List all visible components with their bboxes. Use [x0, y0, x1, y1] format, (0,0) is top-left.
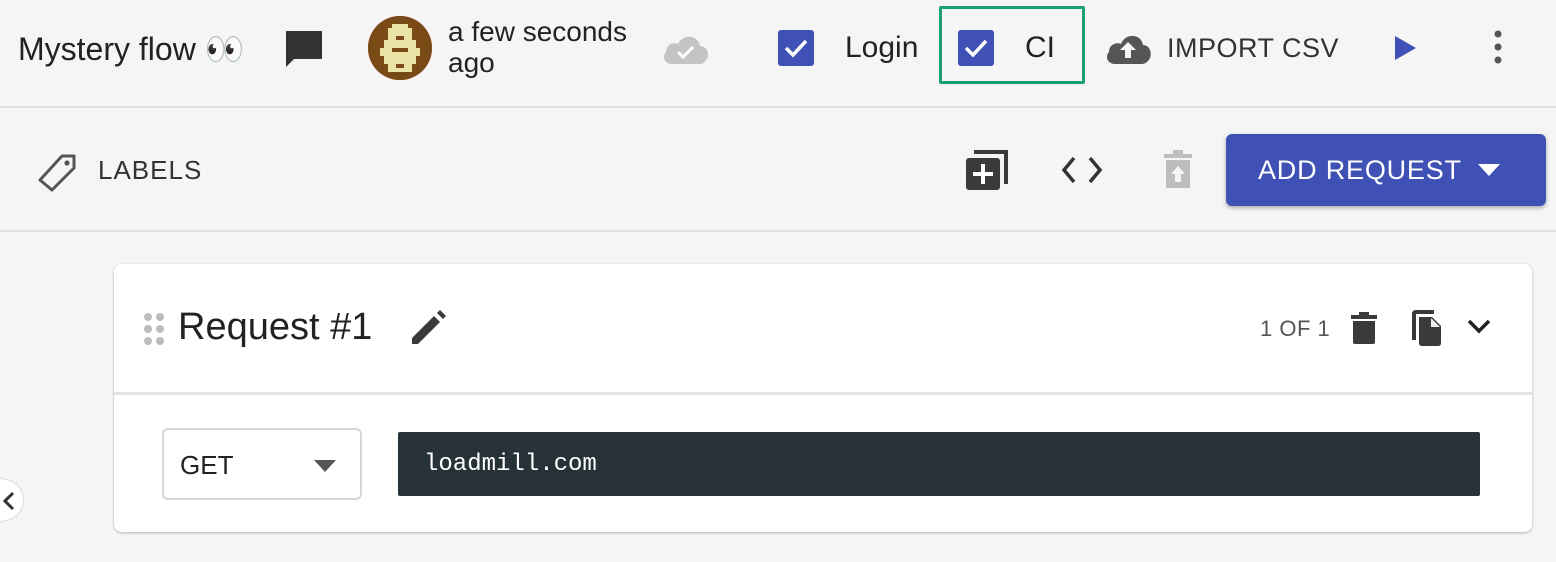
comment-icon[interactable]	[282, 27, 326, 71]
last-updated-text: a few seconds ago	[448, 16, 627, 78]
more-vert-icon[interactable]	[1488, 28, 1508, 68]
pencil-icon[interactable]	[408, 308, 448, 348]
code-icon[interactable]	[1060, 154, 1104, 186]
ci-checkbox[interactable]	[958, 30, 994, 66]
method-value: GET	[180, 450, 234, 480]
ci-label[interactable]: CI	[1025, 31, 1055, 65]
method-select[interactable]: GET	[162, 428, 362, 500]
cloud-check-icon	[660, 30, 712, 68]
chevron-left-icon	[3, 491, 15, 511]
flow-title[interactable]: Mystery flow 👀	[18, 30, 245, 68]
chevron-down-icon[interactable]	[1466, 318, 1492, 336]
labels-button[interactable]: LABELS	[98, 155, 202, 186]
drag-handle-icon[interactable]	[142, 312, 166, 346]
url-value: loadmill.com	[424, 451, 597, 478]
tag-icon[interactable]	[36, 150, 80, 192]
chevron-down-icon	[1478, 164, 1500, 176]
request-title: Request #1	[178, 306, 373, 348]
import-csv-button[interactable]: IMPORT CSV	[1167, 33, 1339, 64]
login-label[interactable]: Login	[845, 31, 918, 65]
avatar[interactable]	[368, 16, 432, 80]
play-icon[interactable]	[1392, 34, 1418, 62]
chevron-down-icon	[314, 460, 336, 472]
card-divider	[114, 392, 1532, 395]
add-request-label: ADD REQUEST	[1258, 155, 1462, 185]
add-request-button[interactable]: ADD REQUEST	[1226, 134, 1546, 206]
add-box-icon[interactable]	[964, 150, 1008, 192]
login-checkbox[interactable]	[778, 30, 814, 66]
copy-icon[interactable]	[1410, 310, 1442, 346]
request-pager: 1 OF 1	[1260, 316, 1331, 341]
cloud-upload-icon[interactable]	[1103, 30, 1153, 66]
trash-upload-icon[interactable]	[1162, 150, 1194, 190]
url-input[interactable]: loadmill.com	[398, 432, 1480, 496]
trash-icon[interactable]	[1351, 312, 1377, 344]
collapse-sidebar-button[interactable]	[0, 478, 24, 522]
